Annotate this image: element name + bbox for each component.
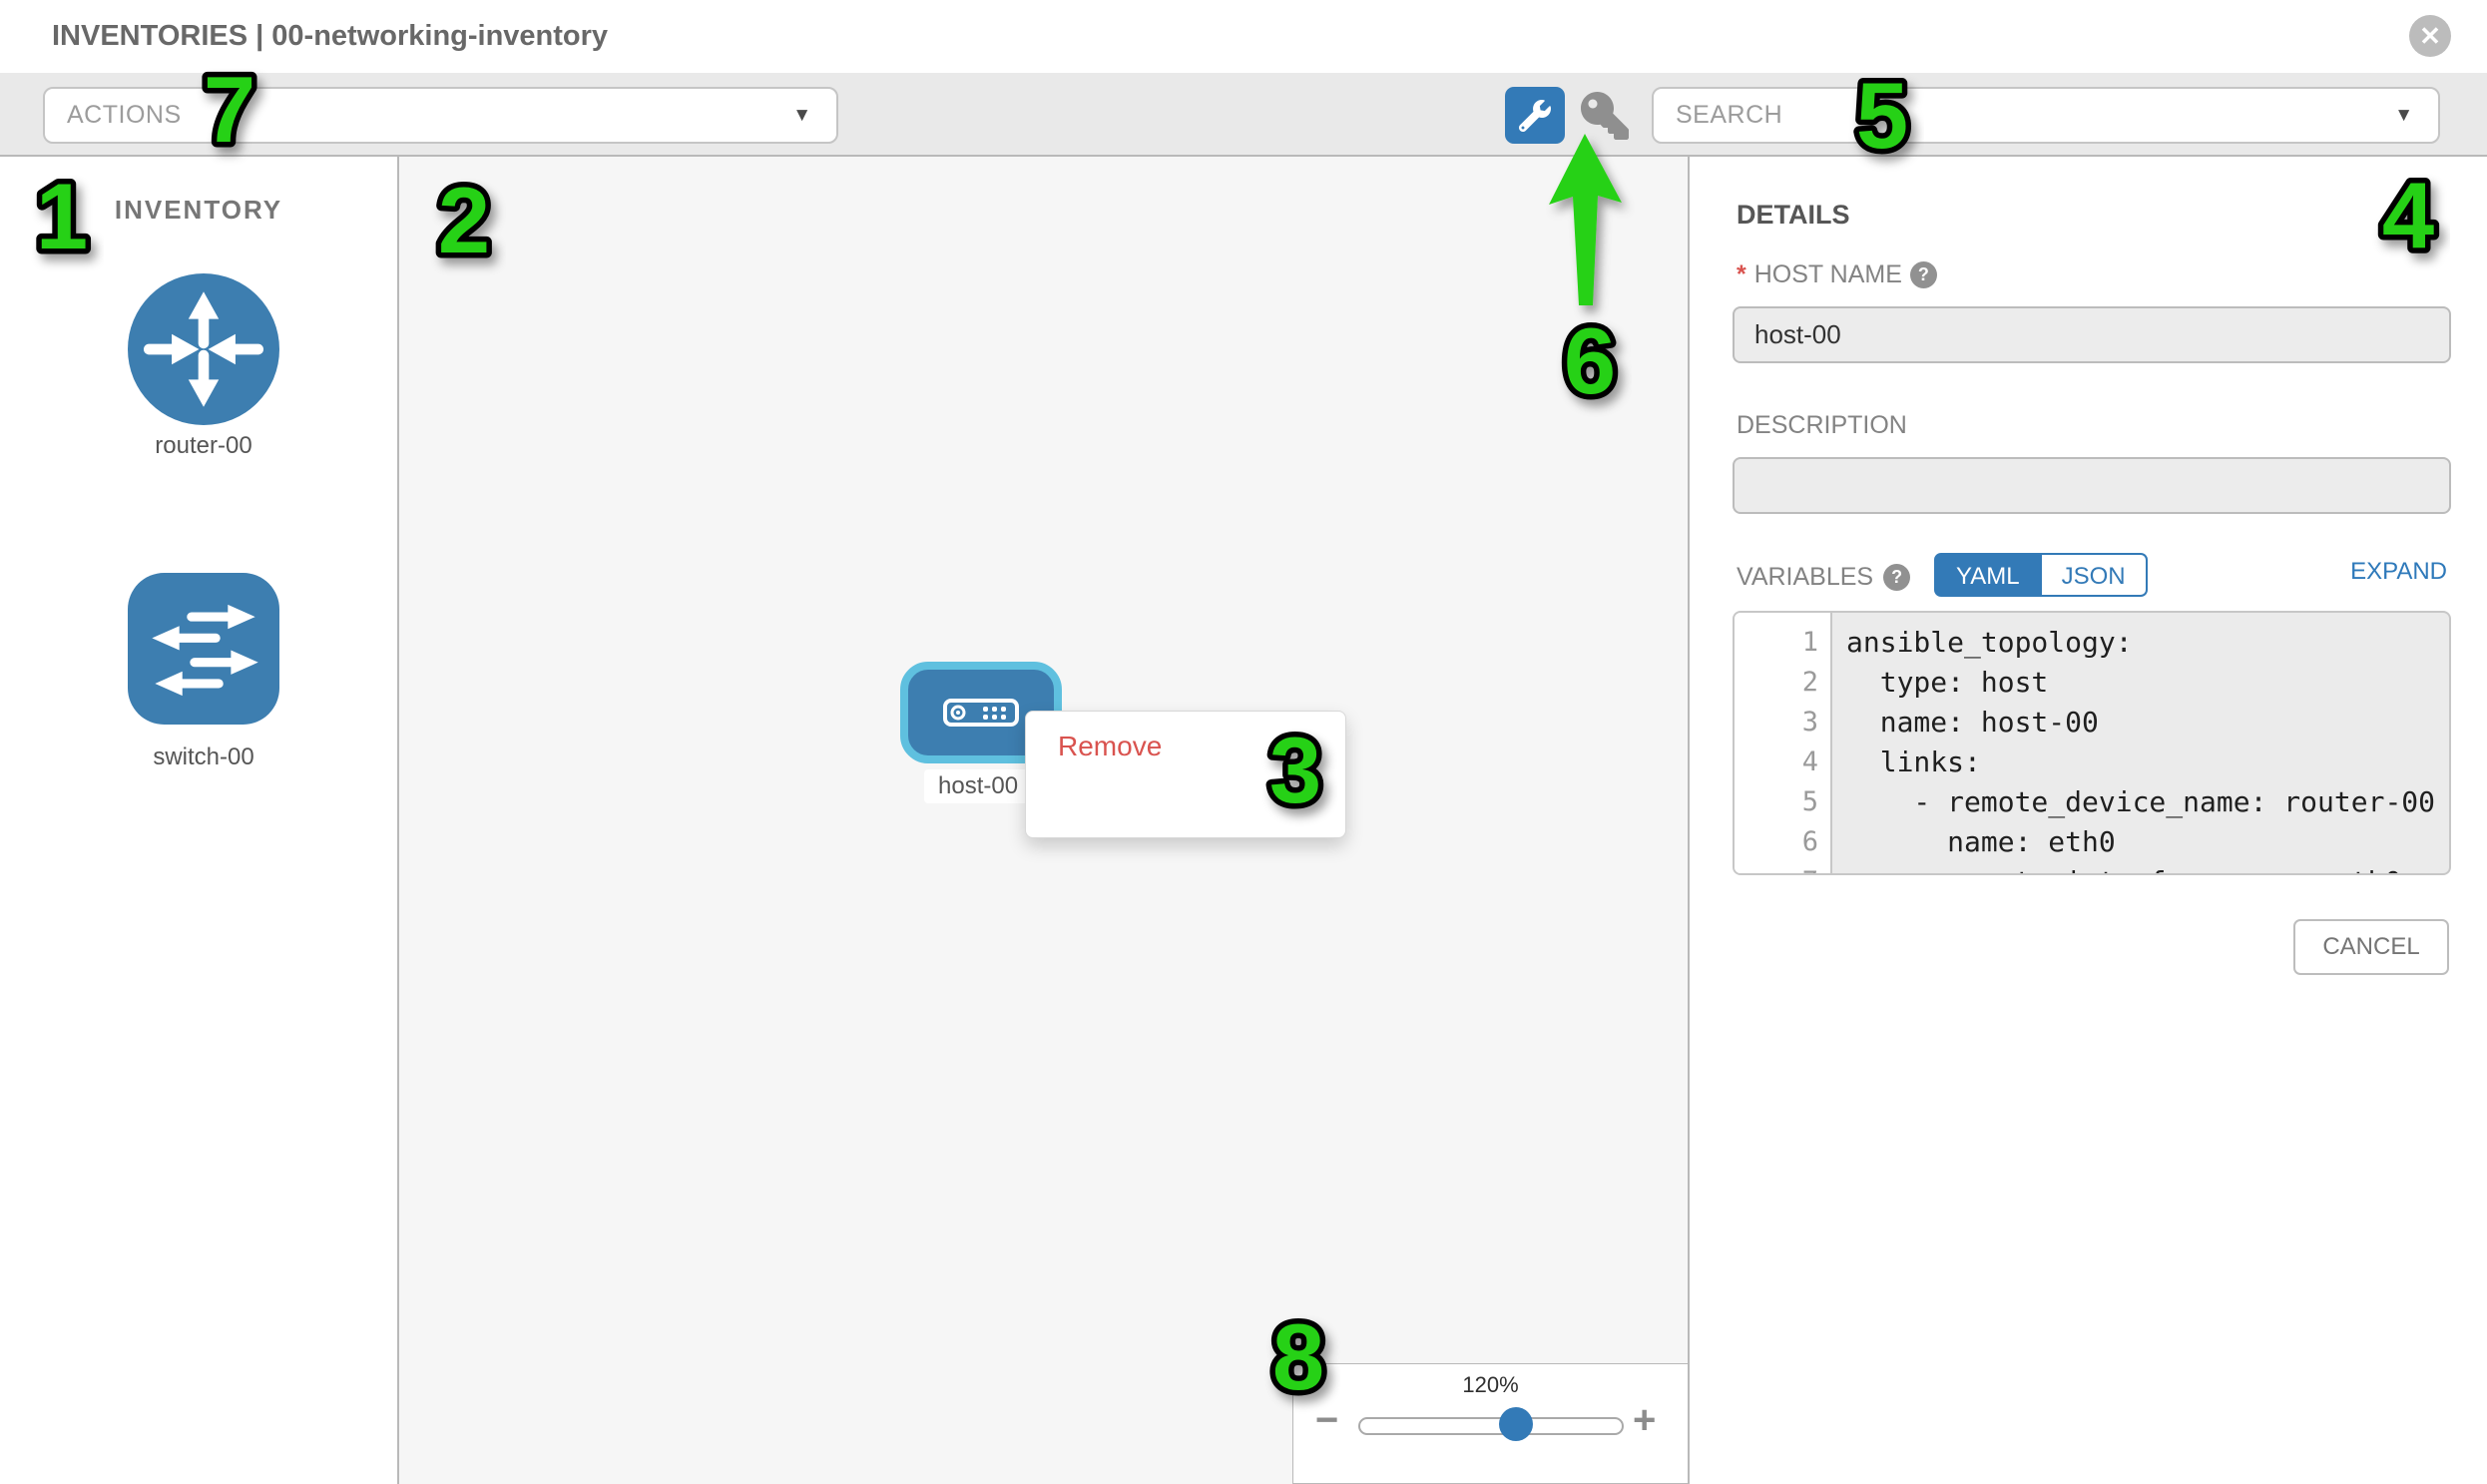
line-number: 2 <box>1735 663 1818 703</box>
chevron-down-icon: ▼ <box>2394 89 2413 142</box>
zoom-out-button[interactable]: − <box>1315 1400 1338 1440</box>
editor-line: 6 name: eth0 <box>1735 822 2449 862</box>
host-icon <box>942 698 1020 728</box>
inventory-sidebar: INVENTORY router-00 <box>0 157 399 1484</box>
header: INVENTORIES | 00-networking-inventory ✕ <box>0 0 2487 73</box>
variables-label: VARIABLES <box>1737 563 1873 592</box>
editor-line: 5 - remote_device_name: router-00 <box>1735 782 2449 822</box>
line-number: 3 <box>1735 703 1818 742</box>
chevron-down-icon: ▼ <box>792 89 811 142</box>
line-number: 4 <box>1735 742 1818 782</box>
key-icon[interactable] <box>1581 92 1629 140</box>
cancel-button[interactable]: CANCEL <box>2293 919 2449 975</box>
line-number: 1 <box>1735 623 1818 663</box>
host-name-label-row: * HOST NAME ? <box>1737 260 1937 289</box>
line-code: links: <box>1818 742 1981 782</box>
switch-icon <box>128 712 279 729</box>
line-code: name: host-00 <box>1818 703 2099 742</box>
context-menu-item-remove[interactable]: Remove <box>1026 720 1345 773</box>
editor-line: 2 type: host <box>1735 663 2449 703</box>
palette-item-switch[interactable]: switch-00 <box>128 573 279 730</box>
required-asterisk: * <box>1737 260 1746 289</box>
description-label-row: DESCRIPTION <box>1737 411 1907 440</box>
line-code: remote_interface_name: eth0 <box>1818 862 2401 875</box>
editor-line: 4 links: <box>1735 742 2449 782</box>
variables-format-toggle: YAML JSON <box>1934 553 2148 597</box>
description-label: DESCRIPTION <box>1737 411 1907 440</box>
editor-line: 3 name: host-00 <box>1735 703 2449 742</box>
context-menu: Details Remove <box>1025 711 1346 838</box>
description-input[interactable] <box>1733 457 2451 514</box>
variables-editor[interactable]: 1ansible_topology: 2 type: host 3 name: … <box>1733 611 2451 875</box>
host-name-label: HOST NAME <box>1754 260 1902 289</box>
palette-item-router[interactable]: router-00 <box>128 273 279 430</box>
inventory-heading: INVENTORY <box>0 195 397 226</box>
json-toggle-button[interactable]: JSON <box>2042 553 2148 597</box>
host-name-input[interactable] <box>1733 306 2451 363</box>
wrench-icon <box>1519 100 1551 132</box>
toolbar: ACTIONS ▼ SEARCH ▼ <box>0 73 2487 157</box>
actions-dropdown[interactable]: ACTIONS ▼ <box>43 87 838 144</box>
topology-canvas[interactable]: host-00 Details Remove 120% − + <box>399 157 1690 1484</box>
editor-lines: 1ansible_topology: 2 type: host 3 name: … <box>1735 623 2449 875</box>
details-heading: DETAILS <box>1737 200 1850 231</box>
zoom-slider-handle[interactable] <box>1499 1407 1533 1441</box>
page-title: INVENTORIES | 00-networking-inventory <box>52 0 608 73</box>
line-code: ansible_topology: <box>1818 623 2133 663</box>
line-number: 6 <box>1735 822 1818 862</box>
line-code: - remote_device_name: router-00 <box>1818 782 2435 822</box>
device-label: router-00 <box>68 432 339 460</box>
toolkit-button[interactable] <box>1505 87 1565 144</box>
search-dropdown[interactable]: SEARCH ▼ <box>1652 87 2440 144</box>
editor-line: 7 remote_interface_name: eth0 <box>1735 862 2449 875</box>
expand-link[interactable]: EXPAND <box>2350 558 2447 586</box>
zoom-control: 120% − + <box>1292 1363 1689 1484</box>
device-label: switch-00 <box>68 743 339 771</box>
line-code: name: eth0 <box>1818 822 2116 862</box>
zoom-level: 120% <box>1293 1372 1688 1398</box>
line-code: type: host <box>1818 663 2048 703</box>
zoom-in-button[interactable]: + <box>1633 1400 1656 1440</box>
help-icon[interactable]: ? <box>1910 261 1937 288</box>
close-icon[interactable]: ✕ <box>2409 15 2451 57</box>
actions-dropdown-label: ACTIONS <box>67 89 182 142</box>
variables-label-row: VARIABLES ? <box>1737 563 1910 592</box>
router-icon <box>128 412 279 429</box>
host-node-label: host-00 <box>924 769 1032 803</box>
details-panel: DETAILS * HOST NAME ? DESCRIPTION VARIAB… <box>1692 157 2487 1484</box>
line-number: 7 <box>1735 862 1818 875</box>
yaml-toggle-button[interactable]: YAML <box>1934 553 2042 597</box>
editor-line: 1ansible_topology: <box>1735 623 2449 663</box>
help-icon[interactable]: ? <box>1883 564 1910 591</box>
line-number: 5 <box>1735 782 1818 822</box>
networking-inventory-app: INVENTORIES | 00-networking-inventory ✕ … <box>0 0 2487 1484</box>
zoom-slider-track[interactable] <box>1358 1417 1624 1435</box>
search-dropdown-label: SEARCH <box>1676 89 1782 142</box>
